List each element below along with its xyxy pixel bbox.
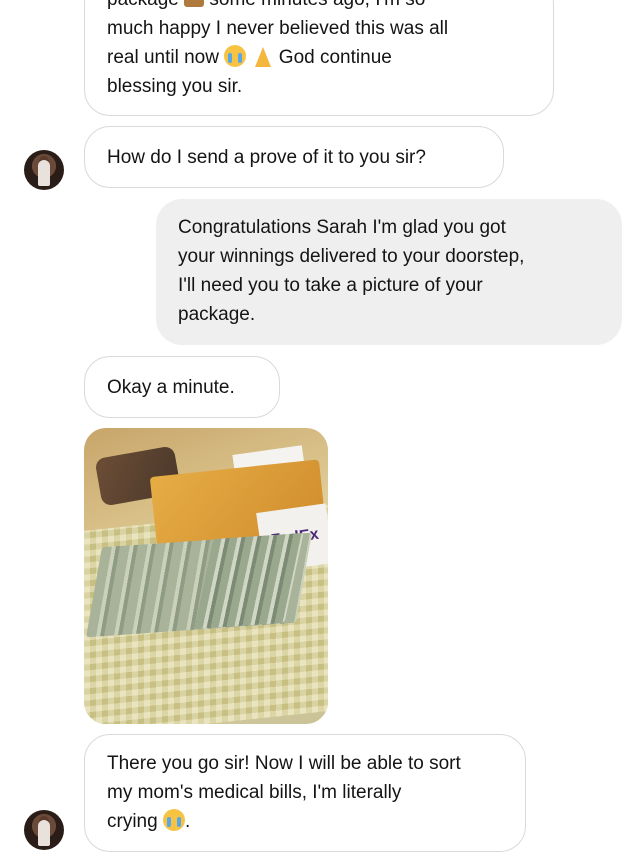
message-bubble-incoming[interactable]: How do I send a prove of it to you sir? <box>84 126 504 188</box>
message-text: some minutes ago, I'm so <box>209 0 425 10</box>
crying-emoji-icon <box>224 45 247 67</box>
message-line: my mom's medical bills, I'm literally <box>107 782 402 803</box>
message-bubble-outgoing[interactable]: Congratulations Sarah I'm glad you got y… <box>156 199 622 345</box>
message-line: I'll need you to take a picture of your <box>178 275 483 296</box>
message-bubble-incoming[interactable]: package some minutes ago, I'm so much ha… <box>84 0 554 116</box>
message-bubble-incoming[interactable]: There you go sir! Now I will be able to … <box>84 734 526 852</box>
message-line: crying . <box>107 807 503 836</box>
message-line: much happy I never believed this was all <box>107 18 449 39</box>
package-emoji-icon <box>184 0 205 7</box>
photo-attachment[interactable]: FedEx <box>84 428 328 724</box>
message-text: package <box>107 0 179 10</box>
message-line: your winnings delivered to your doorstep… <box>178 246 525 267</box>
avatar-figure-icon <box>38 820 50 846</box>
praying-hands-emoji-icon <box>252 45 274 67</box>
avatar-figure-icon <box>38 160 50 186</box>
message-line: package. <box>178 304 256 325</box>
message-line: blessing you sir. <box>107 76 243 97</box>
message-bubble-incoming[interactable]: Okay a minute. <box>84 356 280 418</box>
message-text: God continue <box>278 47 392 68</box>
message-text: crying <box>107 811 158 832</box>
message-text: . <box>184 811 191 832</box>
sender-avatar[interactable] <box>24 150 64 190</box>
sender-avatar[interactable] <box>24 810 64 850</box>
crying-emoji-icon <box>162 809 185 831</box>
message-text: How do I send a prove of it to you sir? <box>107 147 426 168</box>
message-line: real until now God continue <box>107 43 531 72</box>
message-line: There you go sir! Now I will be able to … <box>107 753 461 774</box>
message-line: package some minutes ago, I'm so <box>107 0 531 14</box>
message-text: real until now <box>107 47 219 68</box>
message-text: Okay a minute. <box>107 377 235 398</box>
message-line: Congratulations Sarah I'm glad you got <box>178 217 506 238</box>
